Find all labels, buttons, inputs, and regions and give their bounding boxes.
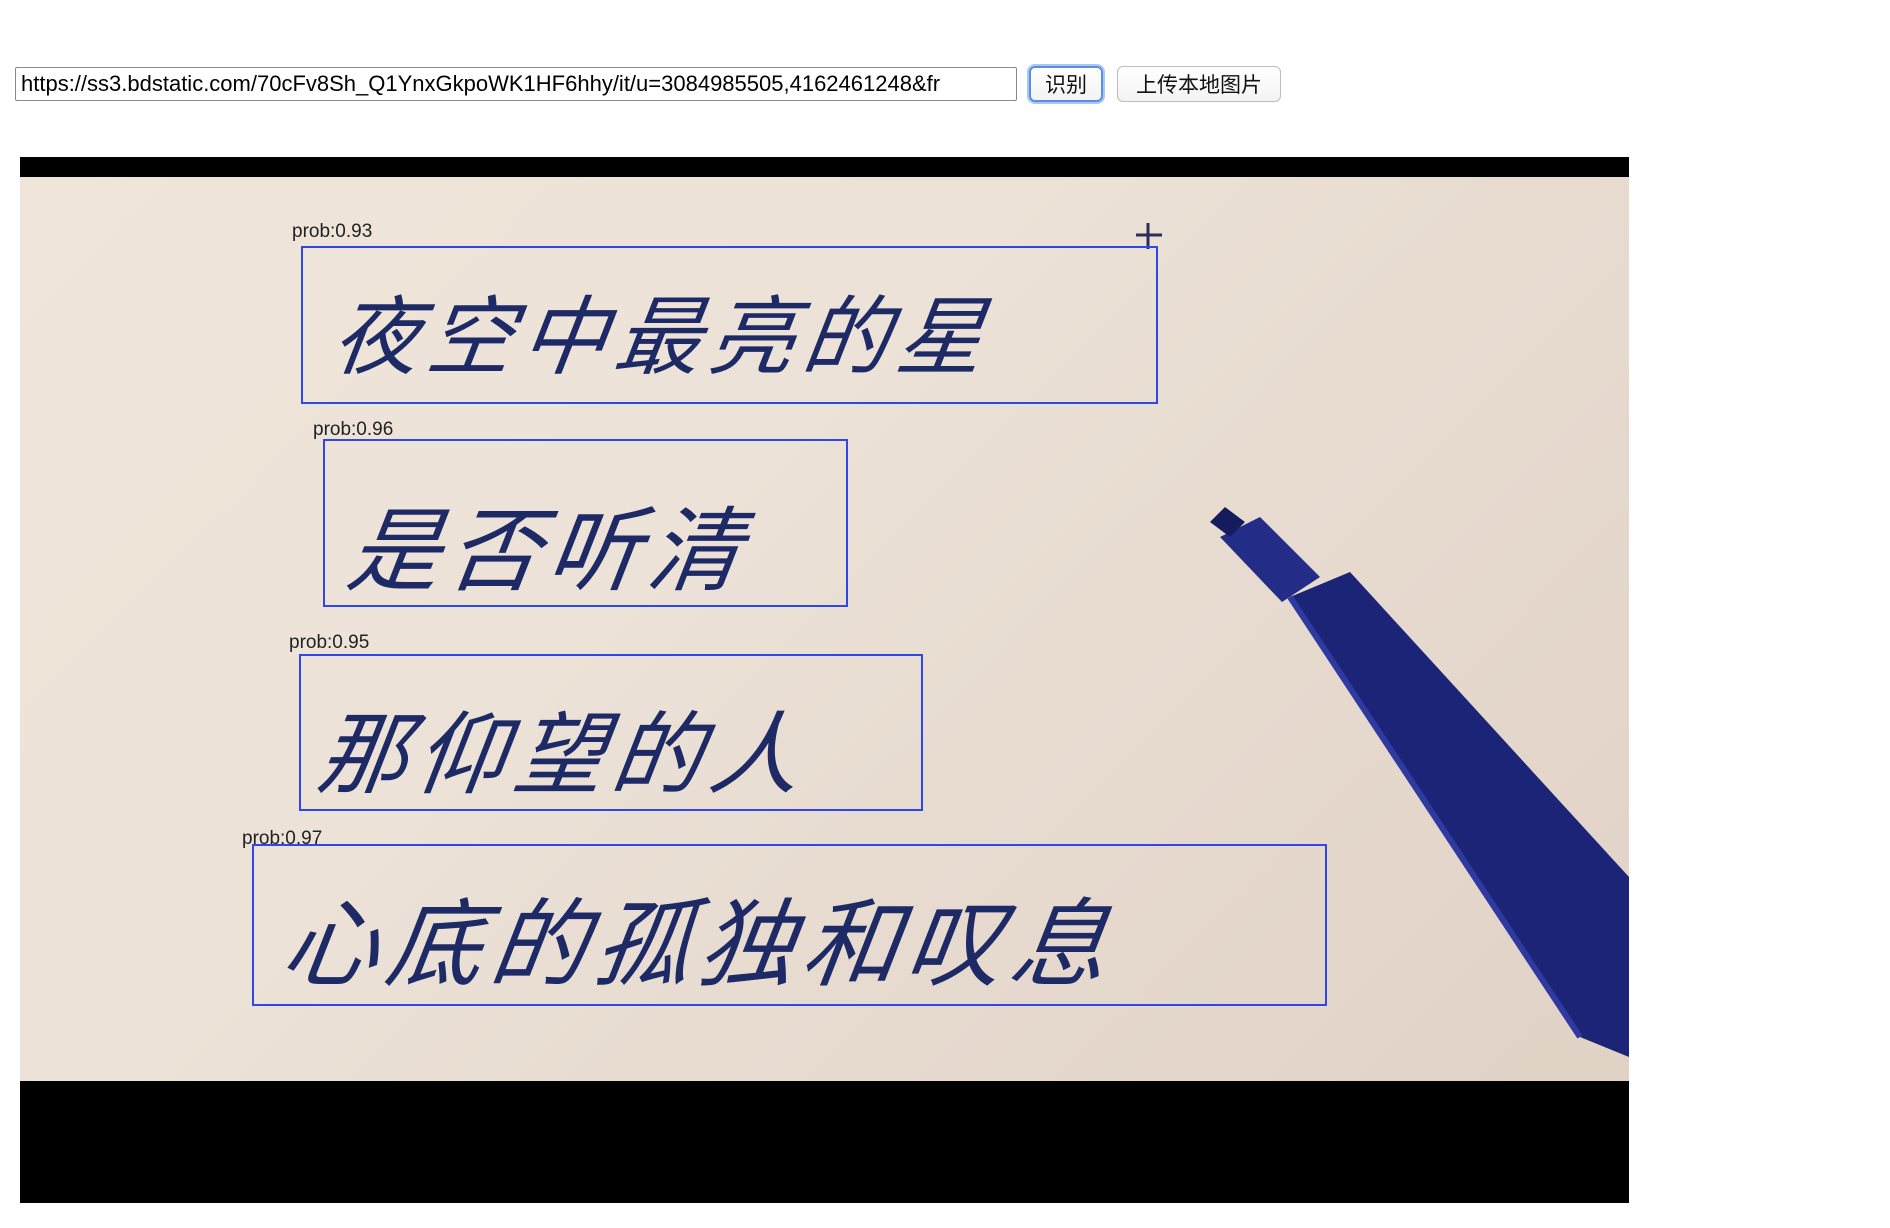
upload-local-image-button[interactable]: 上传本地图片	[1117, 66, 1281, 102]
recognize-button[interactable]: 识别	[1029, 66, 1103, 102]
toolbar: 识别 上传本地图片	[15, 64, 1295, 104]
handwritten-line: 那仰望的人	[311, 703, 817, 808]
prob-label: prob:0.95	[289, 632, 370, 653]
image-url-input[interactable]	[15, 67, 1017, 101]
handwritten-line: 是否听清	[341, 498, 757, 605]
handwritten-line: 夜空中最亮的星	[326, 288, 999, 388]
handwritten-line: 心底的孤独和叹息	[275, 889, 1124, 1001]
prob-label: prob:0.93	[292, 221, 373, 242]
handwriting-photo: prob:0.93 夜空中最亮的星 prob:0.96 是否听清 prob:0.…	[20, 177, 1629, 1081]
result-image-frame: prob:0.93 夜空中最亮的星 prob:0.96 是否听清 prob:0.…	[20, 157, 1629, 1203]
prob-label: prob:0.96	[313, 419, 394, 440]
